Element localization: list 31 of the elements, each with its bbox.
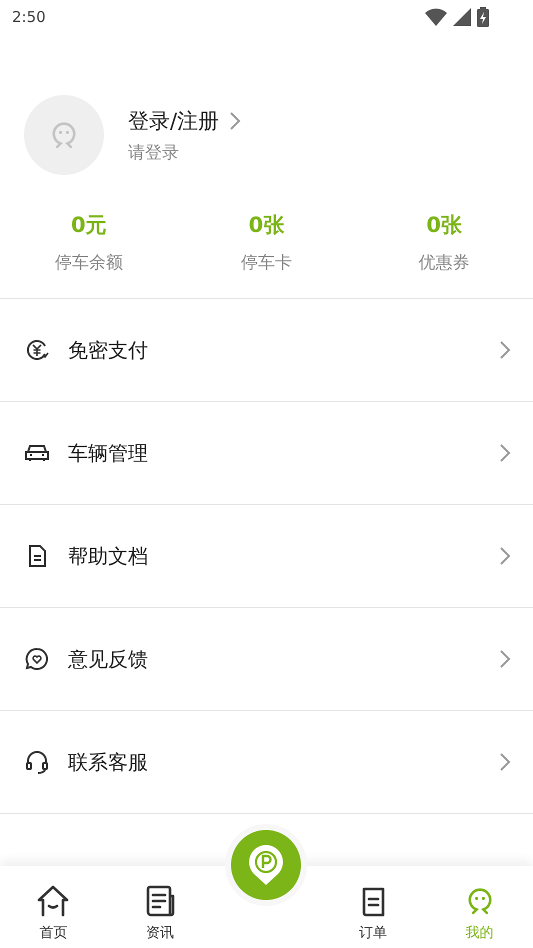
home-icon bbox=[36, 884, 70, 918]
chevron-right-icon bbox=[499, 443, 511, 463]
chevron-right-icon bbox=[499, 649, 511, 669]
stat-value: 0张 bbox=[426, 212, 462, 239]
signal-icon bbox=[453, 8, 471, 26]
menu-item[interactable]: 意见反馈 bbox=[0, 608, 533, 711]
chevron-right-icon bbox=[499, 340, 511, 360]
stat-value: 0张 bbox=[248, 212, 284, 239]
heart-chat-icon bbox=[24, 646, 50, 672]
chevron-right-icon bbox=[499, 752, 511, 772]
tab[interactable]: 资讯 bbox=[106, 866, 214, 948]
parking-button[interactable] bbox=[231, 830, 302, 900]
menu-item[interactable]: 免密支付 bbox=[0, 299, 533, 402]
tab[interactable]: 首页 bbox=[0, 866, 107, 948]
yen-icon bbox=[24, 337, 50, 363]
menu-item[interactable]: 帮助文档 bbox=[0, 505, 533, 608]
headset-icon bbox=[24, 749, 50, 775]
wifi-icon bbox=[425, 8, 447, 26]
menu-item[interactable]: 车辆管理 bbox=[0, 402, 533, 505]
chevron-right-icon bbox=[229, 110, 242, 130]
menu-item[interactable]: 联系客服 bbox=[0, 711, 533, 814]
tab[interactable]: 订单 bbox=[320, 866, 426, 948]
chevron-right-icon bbox=[499, 546, 511, 566]
stat-label: 停车余额 bbox=[54, 252, 123, 274]
status-time: 2:50 bbox=[12, 8, 46, 26]
stat-label: 停车卡 bbox=[240, 252, 292, 274]
stat-label: 优惠券 bbox=[418, 252, 470, 274]
login-register-link[interactable]: 登录/注册 bbox=[128, 106, 220, 134]
login-hint: 请登录 bbox=[128, 142, 180, 164]
stat-value: 0元 bbox=[71, 212, 107, 239]
battery-icon bbox=[477, 7, 489, 27]
